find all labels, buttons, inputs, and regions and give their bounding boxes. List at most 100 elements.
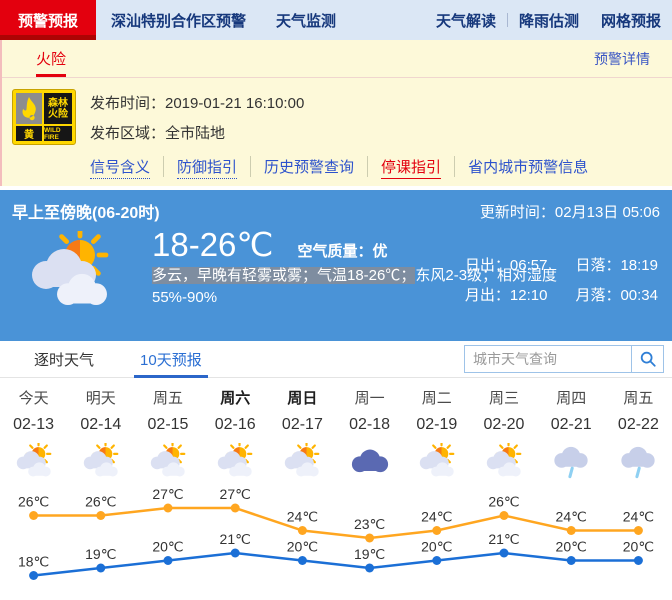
weather-icon-partly-cloudy: [419, 443, 455, 477]
svg-text:26℃: 26℃: [18, 494, 49, 510]
weather-icon-partly-cloudy: [217, 443, 253, 477]
tab-weather-monitor[interactable]: 天气监测: [261, 0, 351, 40]
warning-link-2[interactable]: 历史预警查询: [264, 156, 369, 177]
top-navigation: 预警预报 深汕特别合作区预警 天气监测 天气解读 降雨估测 网格预报: [0, 0, 672, 40]
sunrise-time: 日出：06:57: [464, 257, 548, 274]
forecast-date-label: 02-13: [13, 416, 55, 433]
current-weather-panel: 早上至傍晚(06-20时) 更新时间：02月13日 05:06 18-26℃ 空…: [0, 190, 672, 341]
weather-description-highlight: 多云，早晚有轻雾或雾；气温18-26℃；: [152, 267, 416, 284]
forecast-date-row: 02-13 02-14 02-15 02-16 02-17 02-18 02-19 02-20…: [0, 412, 672, 438]
forecast-date-label: 02-17: [281, 416, 323, 433]
warning-link-3[interactable]: 停课指引: [381, 156, 456, 179]
weather-icon-partly-cloudy: [486, 443, 522, 477]
forecast-icon-cell: [336, 438, 403, 486]
forecast-day-label: 周四: [556, 390, 587, 407]
warning-link-0[interactable]: 信号含义: [90, 156, 165, 179]
tab-fire-risk[interactable]: 火险: [36, 40, 67, 77]
weather-icon-cloudy: [351, 449, 388, 473]
svg-text:24℃: 24℃: [556, 509, 587, 525]
city-search: [464, 345, 664, 373]
forecast-icon-cell: [605, 438, 672, 486]
weather-icon-rain: [554, 446, 588, 479]
ten-day-forecast: 今天 明天 周五 周六 周日 周一 周二 周三 周四 周五 02-13 02-14 02-15 02-1…: [0, 378, 672, 595]
warning-icon-level: 黄: [16, 126, 42, 141]
weather-icon-partly-cloudy: [150, 443, 186, 477]
svg-text:19℃: 19℃: [85, 546, 116, 562]
forecast-day-label: 周一: [354, 390, 385, 407]
link-weather-interpretation[interactable]: 天气解读: [425, 0, 507, 40]
svg-text:26℃: 26℃: [488, 494, 519, 510]
forecast-icon-cell: [403, 438, 470, 486]
moonrise-time: 月出：12:10: [464, 287, 548, 304]
tab-ten-day-forecast[interactable]: 10天预报: [134, 341, 208, 378]
forecast-date-label: 02-16: [214, 416, 256, 433]
warning-icon-english: WILD FIRE: [44, 126, 72, 141]
svg-text:20℃: 20℃: [152, 539, 183, 555]
forecast-date-label: 02-15: [147, 416, 189, 433]
weather-icon-partly-cloudy: [32, 226, 109, 306]
link-rain-estimate[interactable]: 降雨估测: [508, 0, 590, 40]
weather-icon-partly-cloudy: [285, 443, 320, 477]
svg-text:20℃: 20℃: [421, 539, 452, 555]
sunset-time: 日落：18:19: [575, 257, 658, 274]
air-quality: 空气质量：优: [297, 243, 388, 260]
warning-info: 发布时间：2019-01-21 16:10:00 发布区域：全市陆地 信号含义防…: [90, 89, 614, 179]
link-grid-forecast[interactable]: 网格预报: [590, 0, 672, 40]
forecast-period-title: 早上至傍晚(06-20时): [12, 205, 160, 222]
update-time: 更新时间：02月13日 05:06: [479, 203, 660, 221]
svg-text:27℃: 27℃: [152, 486, 183, 502]
forecast-day-label: 周三: [488, 390, 519, 407]
forecast-day-label: 周五: [152, 390, 183, 407]
forecast-date-label: 02-21: [550, 416, 592, 433]
svg-text:24℃: 24℃: [421, 509, 452, 525]
warning-links: 信号含义 防御指引 历史预警查询 停课指引 省内城市预警信息: [90, 156, 614, 179]
forecast-date-label: 02-14: [80, 416, 122, 433]
forecast-icon-cell: [0, 438, 67, 486]
tab-warning-forecast[interactable]: 预警预报: [0, 0, 97, 40]
forest-fire-warning-icon: 森林 火险 黄 WILD FIRE: [12, 89, 76, 145]
chart-wrap: 26℃ 26℃ 27℃ 27℃ 24℃ 23℃ 24℃ 26℃ 24℃ 24℃ 18℃ 19℃ 20℃ 2…: [0, 486, 672, 595]
svg-text:24℃: 24℃: [287, 509, 318, 525]
forecast-icon-cell: [269, 438, 336, 486]
warning-link-1[interactable]: 防御指引: [177, 156, 252, 179]
publish-area: 发布区域：全市陆地: [90, 125, 226, 142]
forecast-date-label: 02-19: [416, 416, 458, 433]
forecast-day-label: 周日: [287, 390, 318, 407]
forecast-date-label: 02-20: [483, 416, 525, 433]
sun-moon-times: 日出：06:57 日落：18:19 月出：12:10 月落：00:34: [465, 254, 658, 305]
svg-text:19℃: 19℃: [354, 546, 385, 562]
warning-icon-name: 森林 火险: [44, 93, 72, 124]
temperature-range: 18-26℃: [152, 226, 274, 263]
search-button[interactable]: [632, 345, 664, 373]
warning-panel: 火险 预警详情 森林 火险 黄 WILD FIRE 发布时间：2019-01-21…: [0, 40, 672, 186]
city-search-input[interactable]: [464, 345, 632, 373]
topnav-spacer: [351, 0, 425, 40]
forecast-tab-bar: 逐时天气 10天预报: [0, 341, 672, 378]
warning-detail-link[interactable]: 预警详情: [594, 49, 650, 69]
warning-link-4[interactable]: 省内城市预警信息: [468, 156, 601, 177]
tab-shenshan-zone-warning[interactable]: 深汕特别合作区预警: [96, 0, 261, 40]
forecast-icon-cell: [538, 438, 605, 486]
forecast-day-label: 今天: [18, 390, 49, 407]
weather-icon-rain: [621, 446, 656, 479]
current-weather-header: 早上至傍晚(06-20时) 更新时间：02月13日 05:06: [12, 199, 660, 223]
svg-text:26℃: 26℃: [85, 494, 116, 510]
forecast-icon-row: [0, 438, 672, 486]
forecast-day-label: 周二: [421, 390, 452, 407]
svg-text:20℃: 20℃: [287, 539, 318, 555]
temperature-trend-chart: 26℃ 26℃ 27℃ 27℃ 24℃ 23℃ 24℃ 26℃ 24℃ 24℃ 18℃ 19℃ 20℃ 2…: [18, 486, 654, 580]
svg-text:18℃: 18℃: [18, 554, 49, 570]
forecast-icon-cell: [67, 438, 134, 486]
weather-icon-partly-cloudy: [16, 443, 51, 477]
svg-text:21℃: 21℃: [220, 531, 251, 547]
tab-hourly-weather[interactable]: 逐时天气: [34, 341, 94, 377]
forecast-icon-cell: [134, 438, 201, 486]
moonset-time: 月落：00:34: [575, 287, 658, 304]
forecast-day-row: 今天 明天 周五 周六 周日 周一 周二 周三 周四 周五: [0, 386, 672, 412]
current-weather-icon: [12, 226, 124, 320]
svg-text:23℃: 23℃: [354, 516, 385, 532]
forecast-icon-cell: [202, 438, 269, 486]
forecast-day-label: 明天: [85, 390, 116, 407]
flame-icon: [16, 93, 42, 124]
svg-text:20℃: 20℃: [623, 539, 654, 555]
